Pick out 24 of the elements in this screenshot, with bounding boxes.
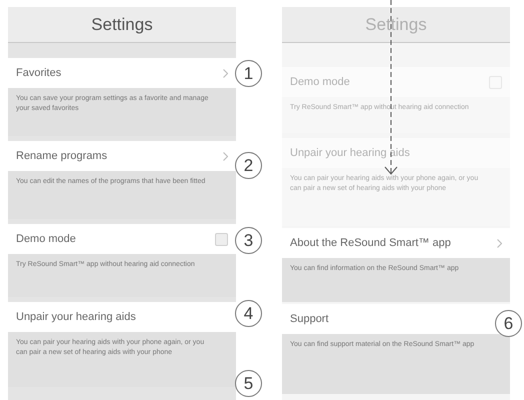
row-title: Unpair your hearing aids [16,310,136,325]
callout-number: 6 [495,310,522,337]
chevron-icon [223,68,228,78]
row-title: About the ReSound Smart™ app [290,236,451,251]
callout-number: 5 [235,370,262,397]
callout-number: 3 [235,227,262,254]
settings-row[interactable]: Unpair your hearing aids [8,302,236,332]
callout-number: 1 [235,60,262,87]
screen-title: Settings [8,7,236,43]
settings-row[interactable]: Demo mode [8,224,236,254]
checkbox[interactable] [215,232,228,246]
row-title: Demo mode [16,232,76,247]
callout-number: 4 [235,300,262,327]
row-title: Favorites [16,66,62,81]
settings-row[interactable]: Favorites [8,58,236,88]
row-title: Support [290,312,329,327]
settings-row[interactable]: Rename programs [8,141,236,171]
callout-number: 2 [235,152,262,179]
chevron-icon [223,152,228,160]
screen-title: Settings [282,7,510,43]
row-title: Rename programs [16,148,108,164]
chevron-icon [497,238,502,248]
settings-row[interactable]: About the ReSound Smart™ app [282,228,510,258]
row-title: Demo mode [290,74,350,90]
